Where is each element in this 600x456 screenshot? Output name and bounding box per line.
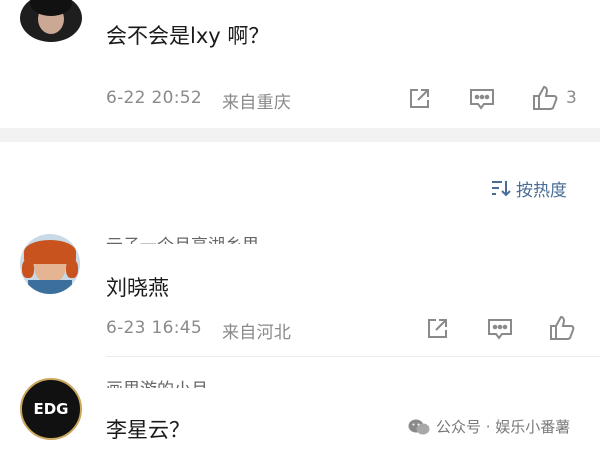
section-divider [0, 128, 600, 142]
comment-divider [106, 356, 600, 357]
sort-toggle[interactable]: 按热度 [490, 176, 567, 201]
comment-location: 来自河北 [222, 323, 292, 343]
like-count: 3 [566, 88, 578, 108]
avatar[interactable]: EDG [20, 378, 82, 440]
share-icon[interactable] [424, 316, 450, 342]
comment-text: 刘晓燕 [106, 276, 169, 300]
avatar[interactable] [20, 234, 80, 294]
like-icon[interactable] [548, 314, 576, 342]
username[interactable]: 画里游的小月 [106, 376, 208, 388]
comment-text: 李星云？ [106, 418, 190, 442]
watermark: 公众号 · 娱乐小番薯 [408, 416, 570, 437]
share-icon[interactable] [406, 86, 432, 112]
avatar[interactable] [20, 0, 82, 42]
like-icon[interactable] [531, 84, 559, 112]
comment-location: 来自重庆 [222, 93, 292, 113]
sort-label: 按热度 [516, 180, 567, 201]
sort-icon [490, 178, 512, 198]
avatar-logo-text: EDG [33, 400, 69, 418]
username[interactable]: 云子一个月亮湖乡里 [106, 232, 259, 244]
comment-time: 6-22 20:52 [106, 88, 202, 108]
watermark-text: 公众号 · 娱乐小番薯 [436, 418, 571, 436]
wechat-icon [408, 418, 430, 436]
comment-icon[interactable] [486, 316, 514, 342]
comment-icon[interactable] [468, 86, 496, 112]
comment-time: 6-23 16:45 [106, 318, 202, 338]
comment-text: 会不会是lxy 啊？ [106, 24, 270, 48]
